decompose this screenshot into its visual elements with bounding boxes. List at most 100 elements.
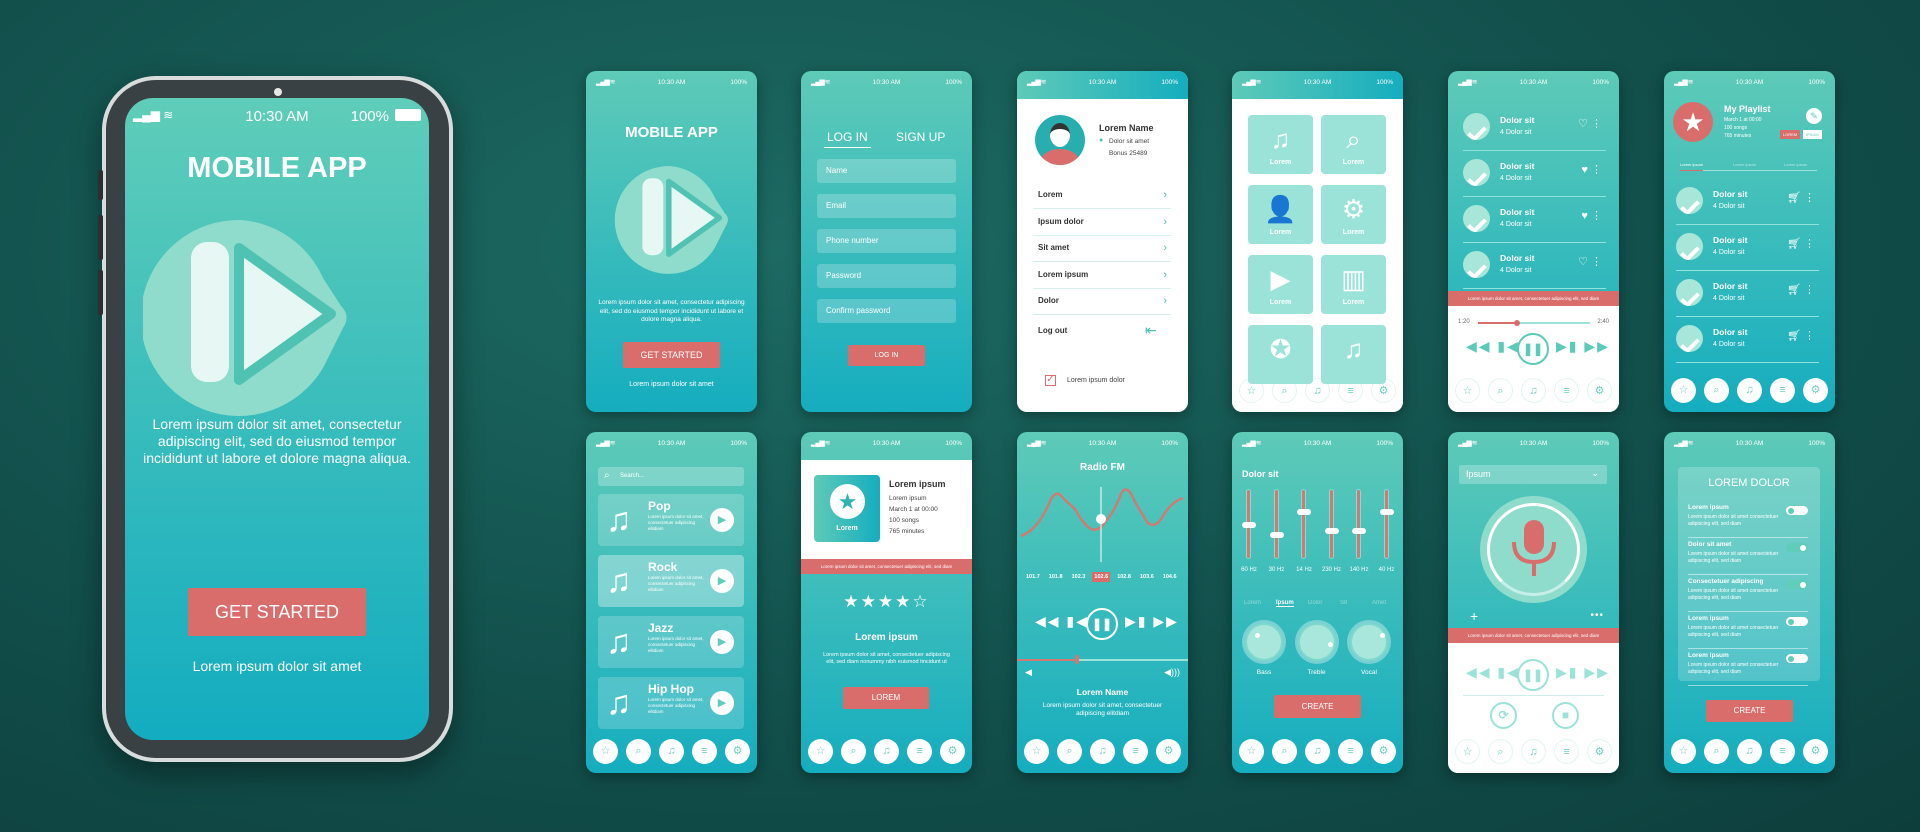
play-button[interactable]: ▶: [710, 691, 734, 715]
nav-gear-icon[interactable]: ⚙: [1587, 378, 1612, 403]
frequency-option[interactable]: 101.7: [1024, 572, 1042, 582]
heart-outline-icon[interactable]: ♡ ⋮: [1578, 117, 1602, 130]
nav-star-icon[interactable]: ☆: [808, 739, 833, 764]
heart-filled-icon[interactable]: ♥ ⋮: [1581, 163, 1602, 176]
frequency-option[interactable]: 102.3: [1070, 572, 1088, 582]
nav-menu-icon[interactable]: ≡: [1338, 739, 1363, 764]
rewind-icon[interactable]: ◀◀ ▮◀: [1466, 664, 1520, 681]
play-button[interactable]: ▶: [710, 569, 734, 593]
edit-pencil-icon[interactable]: ✎: [1806, 108, 1822, 124]
search-input[interactable]: ⌕ Search...: [598, 467, 744, 486]
song-row[interactable]: Dolor sit 4 Dolor sit ♡ ⋮: [1463, 245, 1606, 289]
genre-card[interactable]: ♫ Hip Hop Lorem ipsum dolor sit amet, cons…: [598, 677, 744, 729]
song-row[interactable]: Dolor sit 4 Dolor sit ♥ ⋮: [1463, 153, 1606, 197]
frequency-option[interactable]: 102.8: [1115, 572, 1133, 582]
star-outline-icon[interactable]: ☆: [912, 592, 929, 611]
nav-star-icon[interactable]: ☆: [593, 739, 618, 764]
menu-tile[interactable]: ▥ Lorem: [1321, 255, 1386, 314]
slider-handle[interactable]: [1242, 522, 1256, 528]
get-started-button[interactable]: GET STARTED: [623, 342, 720, 368]
toggle-switch[interactable]: [1786, 617, 1808, 626]
nav-music-note-icon[interactable]: ♫: [1521, 739, 1546, 764]
create-button[interactable]: CREATE: [1274, 695, 1361, 718]
eq-band-slider[interactable]: [1352, 489, 1366, 559]
nav-search-icon[interactable]: ⌕: [1488, 739, 1513, 764]
cart-icon[interactable]: 🛒︎ ⋮: [1787, 237, 1815, 250]
lorem-button[interactable]: LOREM: [843, 687, 929, 709]
song-row[interactable]: Dolor sit 4 Dolor sit 🛒︎ ⋮: [1676, 319, 1819, 363]
nav-star-icon[interactable]: ☆: [1024, 739, 1049, 764]
rewind-icon[interactable]: ◀◀ ▮◀: [1035, 613, 1089, 630]
menu-tile[interactable]: ⚙ Lorem: [1321, 185, 1386, 244]
create-button[interactable]: CREATE: [1706, 700, 1793, 722]
nav-star-icon[interactable]: ☆: [1455, 378, 1480, 403]
checkbox-checked[interactable]: ✓: [1045, 375, 1056, 386]
menu-tile[interactable]: ⌕ Lorem: [1321, 115, 1386, 174]
genre-card[interactable]: ♫ Pop Lorem ipsum dolor sit amet, consecte…: [598, 494, 744, 546]
heart-outline-icon[interactable]: ♡ ⋮: [1578, 255, 1602, 268]
progress-track[interactable]: [1478, 319, 1590, 326]
nav-gear-icon[interactable]: ⚙: [1803, 739, 1828, 764]
tab-login[interactable]: LOG IN: [824, 130, 871, 148]
logout-label[interactable]: Log out: [1038, 326, 1067, 335]
cart-icon[interactable]: 🛒︎ ⋮: [1787, 191, 1815, 204]
avatar[interactable]: [1035, 115, 1085, 165]
tab-signup[interactable]: SIGN UP: [896, 130, 945, 144]
nav-menu-icon[interactable]: ≡: [1123, 739, 1148, 764]
more-options-icon[interactable]: •••: [1590, 610, 1604, 621]
profile-menu-item[interactable]: Lorem ›: [1033, 183, 1171, 209]
star-filled-icon[interactable]: ★: [861, 592, 878, 611]
genre-card[interactable]: ♫ Jazz Lorem ipsum dolor sit amet, consect…: [598, 616, 744, 668]
nav-star-icon[interactable]: ☆: [1455, 739, 1480, 764]
menu-tile[interactable]: ♫: [1321, 325, 1386, 384]
nav-music-note-icon[interactable]: ♫: [1521, 378, 1546, 403]
eq-band-slider[interactable]: [1297, 489, 1311, 559]
nav-search-icon[interactable]: ⌕: [1272, 739, 1297, 764]
eq-tab[interactable]: Dolor: [1308, 600, 1322, 606]
add-icon[interactable]: +: [1470, 608, 1478, 624]
eq-band-slider[interactable]: [1242, 489, 1256, 559]
repeat-button[interactable]: ⟳: [1490, 702, 1517, 729]
frequency-option[interactable]: 102.6: [1092, 572, 1111, 582]
rating-stars[interactable]: ★★★★☆: [801, 592, 972, 612]
pause-button[interactable]: ❚❚: [1086, 608, 1118, 640]
nav-menu-icon[interactable]: ≡: [692, 739, 717, 764]
volume-handle[interactable]: [1074, 655, 1079, 664]
slider-handle[interactable]: [1324, 528, 1339, 535]
menu-tile[interactable]: ▶ Lorem: [1248, 255, 1313, 314]
nav-gear-icon[interactable]: ⚙: [725, 739, 750, 764]
nav-menu-icon[interactable]: ≡: [1770, 378, 1795, 403]
slider-handle[interactable]: [1352, 528, 1366, 535]
nav-star-icon[interactable]: ☆: [1671, 378, 1696, 403]
eq-tab[interactable]: Amet: [1372, 600, 1386, 606]
bass-knob[interactable]: [1245, 623, 1283, 661]
toggle-switch[interactable]: [1786, 654, 1808, 663]
source-dropdown[interactable]: Ipsum ⌄: [1459, 465, 1607, 484]
nav-gear-icon[interactable]: ⚙: [940, 739, 965, 764]
cart-icon[interactable]: 🛒︎ ⋮: [1787, 283, 1815, 296]
slider-handle[interactable]: [1297, 509, 1311, 516]
frequency-option[interactable]: 103.6: [1138, 572, 1156, 582]
star-filled-icon[interactable]: ★: [843, 592, 860, 611]
slider-handle[interactable]: [1269, 531, 1284, 538]
nav-music-note-icon[interactable]: ♫: [659, 739, 684, 764]
heart-filled-icon[interactable]: ♥ ⋮: [1581, 209, 1602, 222]
nav-music-note-icon[interactable]: ♫: [874, 739, 899, 764]
nav-music-note-icon[interactable]: ♫: [1305, 739, 1330, 764]
nav-menu-icon[interactable]: ≡: [1554, 378, 1579, 403]
nav-music-note-icon[interactable]: ♫: [1737, 739, 1762, 764]
logout-icon[interactable]: ⇤: [1145, 322, 1157, 339]
eq-band-slider[interactable]: [1379, 489, 1394, 559]
eq-tab[interactable]: Sit: [1340, 600, 1347, 606]
volume-high-icon[interactable]: ◀))): [1164, 667, 1180, 678]
name-field[interactable]: Name: [817, 159, 956, 183]
forward-icon[interactable]: ▶▮ ▶▶: [1556, 664, 1610, 681]
nav-search-icon[interactable]: ⌕: [626, 739, 651, 764]
rewind-icon[interactable]: ◀◀ ▮◀: [1466, 338, 1520, 355]
phone-field[interactable]: Phone number: [817, 229, 956, 253]
cart-icon[interactable]: 🛒︎ ⋮: [1787, 329, 1815, 342]
nav-search-icon[interactable]: ⌕: [1057, 739, 1082, 764]
eq-tab[interactable]: Lorem: [1244, 600, 1261, 606]
nav-music-note-icon[interactable]: ♫: [1090, 739, 1115, 764]
frequency-option[interactable]: 104.6: [1161, 572, 1179, 582]
